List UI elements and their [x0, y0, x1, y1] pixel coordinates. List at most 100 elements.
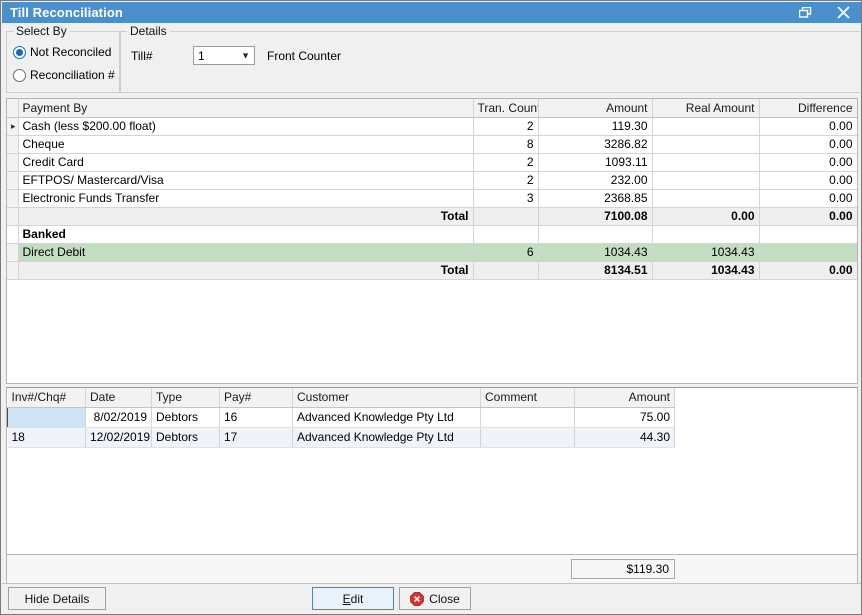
cell-real-amount[interactable]	[652, 136, 759, 154]
cell-customer: Advanced Knowledge Pty Ltd	[293, 428, 481, 448]
button-bar: Hide Details Edit Close	[2, 583, 862, 613]
edit-label-rest: dit	[351, 592, 364, 606]
cell-inv[interactable]: 18	[8, 428, 86, 448]
detail-grid-col-amount[interactable]: Amount	[575, 388, 675, 408]
cell-tran-count: 2	[473, 118, 538, 136]
cell-real-amount[interactable]	[652, 154, 759, 172]
payment-grid-body: ▸ Cash (less $200.00 float) 2 119.30 0.0…	[7, 118, 857, 280]
cell-difference: 0.00	[759, 262, 857, 280]
detail-grid-col-comment[interactable]: Comment	[481, 388, 575, 408]
cell-tran-count: 2	[473, 172, 538, 190]
detail-grid-col-inv[interactable]: Inv#/Chq#	[8, 388, 86, 408]
row-indicator	[7, 244, 18, 262]
cell-section-label: Banked	[18, 226, 473, 244]
payment-grid-col-tran-count[interactable]: Tran. Count	[473, 99, 538, 118]
cell-tran-count	[473, 208, 538, 226]
cell-comment[interactable]	[481, 408, 575, 428]
cell-amount: 75.00	[575, 408, 675, 428]
table-row[interactable]: ▸ Cash (less $200.00 float) 2 119.30 0.0…	[7, 118, 857, 136]
till-label: Till#	[131, 49, 193, 63]
detail-sum-value: $119.30	[571, 559, 675, 579]
select-by-group: Select By Not Reconciled Reconciliation …	[6, 31, 120, 93]
cell-payment-by: EFTPOS/ Mastercard/Visa	[18, 172, 473, 190]
table-row[interactable]: Cheque 8 3286.82 0.00	[7, 136, 857, 154]
till-select[interactable]: 1 ▼	[193, 46, 255, 65]
row-indicator	[7, 190, 18, 208]
table-row[interactable]: EFTPOS/ Mastercard/Visa 2 232.00 0.00	[7, 172, 857, 190]
edit-label: Edit	[343, 592, 364, 606]
detail-grid-body: 8/02/2019 Debtors 16 Advanced Knowledge …	[8, 408, 675, 448]
table-row[interactable]: Direct Debit 6 1034.43 1034.43	[7, 244, 857, 262]
cell-real-amount[interactable]	[652, 190, 759, 208]
cell-payment-by: Direct Debit	[18, 244, 473, 262]
payment-grid-col-difference[interactable]: Difference	[759, 99, 857, 118]
cell-date: 12/02/2019	[86, 428, 152, 448]
cell-customer: Advanced Knowledge Pty Ltd	[293, 408, 481, 428]
error-close-icon	[410, 592, 424, 606]
till-select-value: 1	[194, 49, 205, 63]
row-indicator: ▸	[7, 118, 18, 136]
table-row[interactable]: Credit Card 2 1093.11 0.00	[7, 154, 857, 172]
title-bar: Till Reconciliation	[2, 2, 862, 23]
top-options-area: Select By Not Reconciled Reconciliation …	[2, 23, 862, 95]
cell-real-amount: 0.00	[652, 208, 759, 226]
close-icon[interactable]	[824, 2, 862, 23]
detail-grid-panel[interactable]: Inv#/Chq# Date Type Pay# Customer Commen…	[6, 387, 858, 555]
radio-not-reconciled-mark	[13, 46, 26, 59]
cell-tran-count: 2	[473, 154, 538, 172]
table-row[interactable]: 8/02/2019 Debtors 16 Advanced Knowledge …	[8, 408, 675, 428]
hide-details-button[interactable]: Hide Details	[8, 587, 106, 610]
cell-real-amount: 1034.43	[652, 262, 759, 280]
cell-amount: 44.30	[575, 428, 675, 448]
payment-grid-panel[interactable]: Payment By Tran. Count Amount Real Amoun…	[6, 98, 858, 384]
radio-reconciliation-number[interactable]: Reconciliation #	[13, 68, 115, 82]
cell-inv-selected[interactable]	[8, 408, 86, 428]
cell-amount: 1093.11	[538, 154, 652, 172]
table-row-total: Total 7100.08 0.00 0.00	[7, 208, 857, 226]
radio-not-reconciled[interactable]: Not Reconciled	[13, 45, 111, 59]
cell-type: Debtors	[152, 408, 220, 428]
cell-total-label: Total	[18, 208, 473, 226]
payment-grid-empty-area	[7, 280, 857, 384]
cell-amount: 7100.08	[538, 208, 652, 226]
cell-real-amount[interactable]	[652, 118, 759, 136]
row-indicator	[7, 136, 18, 154]
cell-difference: 0.00	[759, 154, 857, 172]
payment-grid-col-payment-by[interactable]: Payment By	[18, 99, 473, 118]
cell-difference: 0.00	[759, 190, 857, 208]
edit-button[interactable]: Edit	[312, 587, 394, 610]
table-row[interactable]: 18 12/02/2019 Debtors 17 Advanced Knowle…	[8, 428, 675, 448]
cell-amount: 232.00	[538, 172, 652, 190]
edit-mnemonic: E	[343, 592, 351, 606]
cell-amount: 119.30	[538, 118, 652, 136]
table-row[interactable]: Electronic Funds Transfer 3 2368.85 0.00	[7, 190, 857, 208]
detail-grid-col-date[interactable]: Date	[86, 388, 152, 408]
cell-payment-by: Cheque	[18, 136, 473, 154]
row-indicator	[7, 208, 18, 226]
cell-difference: 0.00	[759, 172, 857, 190]
details-legend: Details	[127, 24, 170, 38]
cell-tran-count	[473, 226, 538, 244]
cell-amount: 8134.51	[538, 262, 652, 280]
cell-real-amount: 1034.43	[652, 244, 759, 262]
cell-payment-by: Cash (less $200.00 float)	[18, 118, 473, 136]
close-button-label: Close	[429, 592, 460, 606]
cell-amount	[538, 226, 652, 244]
detail-grid-col-pay[interactable]: Pay#	[220, 388, 293, 408]
cell-difference: 0.00	[759, 136, 857, 154]
close-button[interactable]: Close	[399, 587, 471, 610]
detail-grid-col-type[interactable]: Type	[152, 388, 220, 408]
cell-comment[interactable]	[481, 428, 575, 448]
restore-icon[interactable]	[786, 2, 824, 23]
cell-real-amount[interactable]	[652, 172, 759, 190]
radio-not-reconciled-label: Not Reconciled	[30, 45, 111, 59]
details-group: Details Till# 1 ▼ Front Counter	[120, 31, 860, 93]
cell-tran-count: 8	[473, 136, 538, 154]
cell-pay: 17	[220, 428, 293, 448]
payment-grid-col-amount[interactable]: Amount	[538, 99, 652, 118]
payment-grid-col-real-amount[interactable]: Real Amount	[652, 99, 759, 118]
detail-grid-col-customer[interactable]: Customer	[293, 388, 481, 408]
cell-real-amount	[652, 226, 759, 244]
payment-grid-gutter-header	[7, 99, 18, 118]
cell-type: Debtors	[152, 428, 220, 448]
